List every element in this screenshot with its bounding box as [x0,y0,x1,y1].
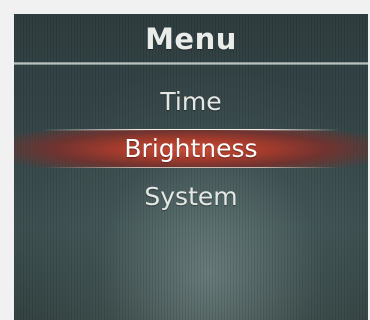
menu-screen: Menu Time Brightness System [14,14,368,320]
menu-item-system[interactable]: System [14,178,368,216]
title-divider [14,62,368,65]
menu-title: Menu [145,22,237,56]
menu-item-time[interactable]: Time [14,83,368,121]
device-frame: Menu Time Brightness System [0,0,370,320]
selection-bottom-line [14,167,368,168]
menu-item-brightness[interactable]: Brightness [14,130,368,168]
